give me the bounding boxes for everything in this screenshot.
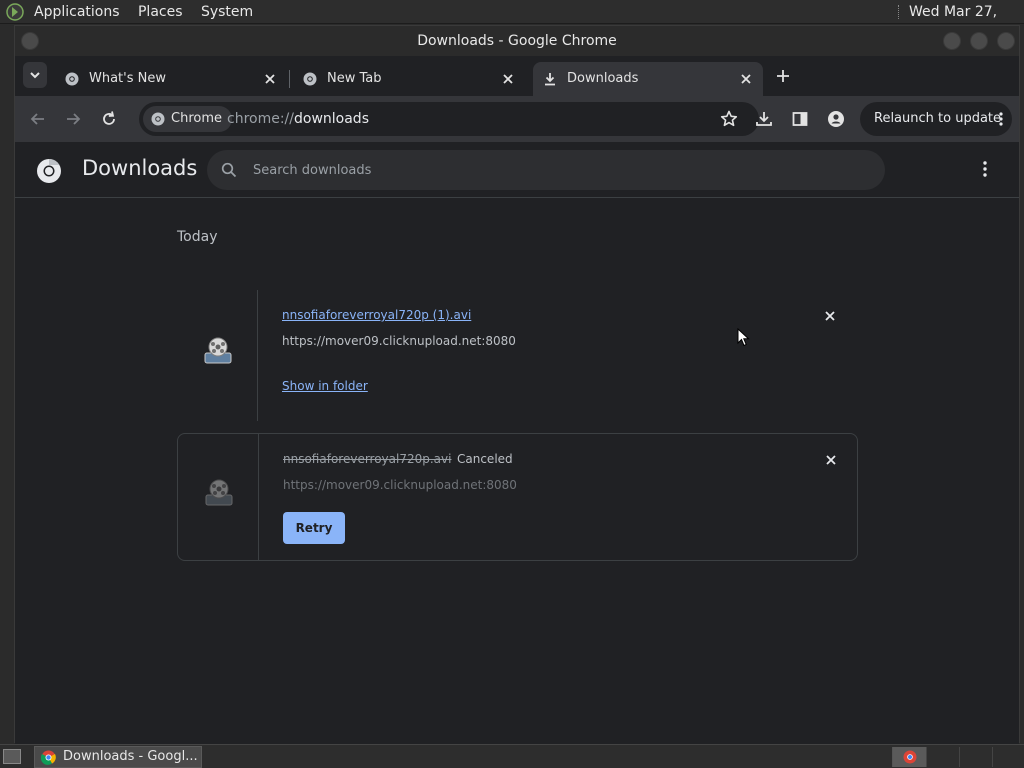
- chrome-icon: [903, 750, 917, 764]
- tab-whats-new[interactable]: What's New: [55, 62, 287, 96]
- gnome-foot-icon[interactable]: [5, 3, 25, 21]
- url-text[interactable]: chrome://downloads: [227, 102, 369, 136]
- tab-label: Downloads: [567, 71, 639, 86]
- workspace-2[interactable]: [926, 747, 959, 767]
- search-icon: [221, 162, 237, 178]
- tab-strip: What's New New Tab Downloads: [15, 56, 1019, 96]
- close-icon[interactable]: [739, 72, 753, 86]
- download-source-url[interactable]: https://mover09.clicknupload.net:8080: [282, 334, 516, 348]
- window-title: Downloads - Google Chrome: [417, 33, 617, 49]
- more-vert-icon: [983, 161, 987, 177]
- chrome-icon: [65, 72, 79, 86]
- bottom-taskbar: Downloads - Googl...: [0, 744, 1024, 768]
- page-title: Downloads: [82, 156, 198, 180]
- downloads-page: Downloads Today nnsofiaforeverroyal720p …: [15, 142, 1019, 744]
- chrome-icon: [41, 750, 56, 765]
- window-titlebar[interactable]: Downloads - Google Chrome: [15, 26, 1019, 56]
- tab-divider: [289, 70, 290, 88]
- close-icon[interactable]: [501, 72, 515, 86]
- chrome-icon: [303, 72, 317, 86]
- show-desktop-icon[interactable]: [3, 749, 21, 764]
- chevron-down-icon: [30, 72, 40, 79]
- download-filename: nnsofiaforeverroyal720p.avi: [283, 452, 452, 466]
- chrome-window: Downloads - Google Chrome What's New New…: [14, 25, 1020, 744]
- forward-button[interactable]: [63, 109, 83, 129]
- relaunch-label: Relaunch to update: [874, 111, 1002, 126]
- side-panel-icon: [792, 112, 808, 126]
- chrome-logo-icon: [36, 158, 62, 184]
- close-icon[interactable]: [824, 453, 838, 467]
- tab-label: What's New: [89, 71, 166, 86]
- download-filename-link[interactable]: nnsofiaforeverroyal720p (1).avi: [282, 308, 471, 322]
- workspace-switcher[interactable]: [892, 747, 1024, 767]
- site-chip-label: Chrome: [171, 111, 222, 126]
- avatar-icon: [828, 111, 844, 127]
- window-menu-button[interactable]: [21, 32, 39, 50]
- file-icon-column: [178, 434, 259, 560]
- relaunch-to-update-button[interactable]: Relaunch to update: [860, 102, 1012, 136]
- toolbar: Chrome chrome://downloads Relaunch to up…: [15, 96, 1019, 142]
- download-item: nnsofiaforeverroyal720p (1).avi https://…: [177, 290, 858, 421]
- site-chip[interactable]: Chrome: [143, 106, 232, 132]
- close-icon[interactable]: [263, 72, 277, 86]
- chrome-icon: [151, 112, 165, 126]
- video-file-icon: [202, 477, 236, 511]
- bookmark-star-icon[interactable]: [719, 109, 739, 129]
- arrow-right-icon: [67, 113, 81, 125]
- url-scheme: chrome://: [227, 111, 294, 127]
- download-status: Canceled: [457, 452, 513, 466]
- workspace-1[interactable]: [893, 747, 926, 767]
- close-icon[interactable]: [823, 309, 837, 323]
- new-tab-button[interactable]: [775, 68, 791, 84]
- downloads-button[interactable]: [754, 109, 774, 129]
- download-item-canceled: nnsofiaforeverroyal720p.avi Canceled htt…: [177, 433, 858, 561]
- back-button[interactable]: [28, 109, 48, 129]
- page-header: Downloads: [15, 142, 1019, 198]
- menu-places[interactable]: Places: [138, 0, 183, 24]
- profile-button[interactable]: [826, 109, 846, 129]
- show-in-folder-link[interactable]: Show in folder: [282, 379, 368, 393]
- menu-applications[interactable]: Applications: [34, 0, 120, 24]
- plus-icon: [777, 70, 789, 82]
- date-section-title: Today: [177, 229, 218, 245]
- url-host: downloads: [294, 111, 369, 127]
- taskbar-window-button[interactable]: Downloads - Googl...: [34, 746, 202, 768]
- download-source-url[interactable]: https://mover09.clicknupload.net:8080: [283, 478, 517, 492]
- minimize-button[interactable]: [943, 32, 961, 50]
- workspace-3[interactable]: [959, 747, 992, 767]
- maximize-button[interactable]: [970, 32, 988, 50]
- arrow-left-icon: [30, 113, 44, 125]
- side-panel-button[interactable]: [790, 109, 810, 129]
- more-vert-icon: [998, 111, 1004, 127]
- search-input[interactable]: [251, 150, 851, 190]
- reload-icon: [103, 111, 115, 125]
- file-icon-column: [177, 290, 258, 421]
- tab-label: New Tab: [327, 71, 382, 86]
- download-icon: [756, 112, 772, 126]
- download-icon: [543, 72, 557, 86]
- video-file-icon: [201, 335, 235, 369]
- tab-downloads[interactable]: Downloads: [533, 62, 763, 96]
- menu-system[interactable]: System: [201, 0, 253, 24]
- taskbar-window-label: Downloads - Googl...: [63, 749, 198, 764]
- more-options-button[interactable]: [981, 160, 989, 178]
- tab-search-button[interactable]: [23, 62, 47, 88]
- mouse-cursor-icon: [737, 328, 751, 348]
- reload-button[interactable]: [99, 109, 119, 129]
- address-bar[interactable]: Chrome chrome://downloads: [139, 102, 759, 136]
- top-panel: Applications Places System Wed Mar 27, 0…: [0, 0, 1024, 44]
- retry-button[interactable]: Retry: [283, 512, 345, 544]
- search-box[interactable]: [207, 150, 885, 190]
- workspace-4[interactable]: [992, 747, 1024, 767]
- close-window-button[interactable]: [997, 32, 1015, 50]
- panel-handle-icon: [898, 5, 901, 19]
- tab-new-tab[interactable]: New Tab: [293, 62, 525, 96]
